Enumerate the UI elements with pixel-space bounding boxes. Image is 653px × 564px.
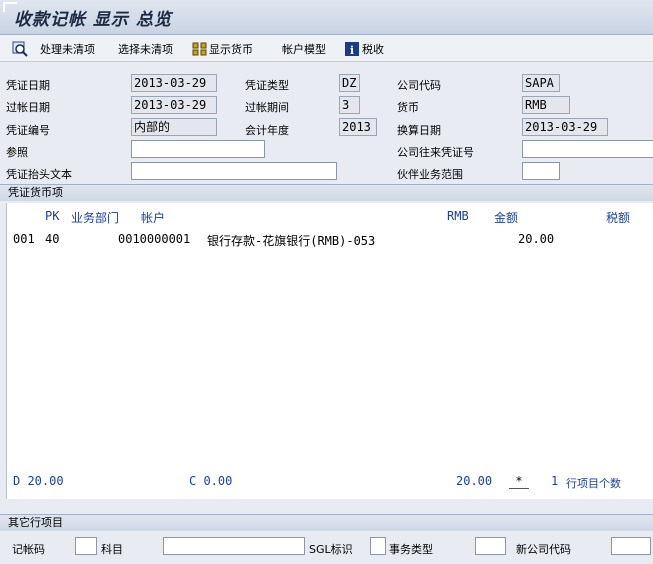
balance-indicator: * bbox=[509, 474, 529, 489]
company-code-field[interactable]: SAPA bbox=[522, 74, 560, 92]
cross-company-label: 公司往来凭证号 bbox=[397, 146, 474, 159]
posting-date-label: 过帐日期 bbox=[6, 101, 50, 114]
cross-company-input[interactable] bbox=[522, 140, 653, 158]
doc-date-field[interactable]: 2013-03-29 bbox=[131, 74, 217, 92]
doc-number-label: 凭证编号 bbox=[6, 124, 50, 137]
partner-area-label: 伙伴业务范围 bbox=[397, 168, 463, 181]
currency-label: 货币 bbox=[397, 101, 419, 114]
tax-label: 税收 bbox=[362, 43, 384, 56]
col-pk: PK bbox=[45, 209, 60, 223]
fiscal-year-label: 会计年度 bbox=[245, 124, 289, 137]
col-currency: RMB bbox=[447, 209, 469, 223]
posting-date-field[interactable]: 2013-03-29 bbox=[131, 96, 217, 114]
doc-number-field[interactable]: 内部的 bbox=[131, 118, 217, 136]
row-amount: 20.00 bbox=[518, 232, 555, 246]
line-item-count: 1 bbox=[551, 474, 559, 488]
doc-type-field[interactable]: DZ bbox=[339, 74, 360, 92]
items-panel-title: 凭证货币项 bbox=[0, 185, 653, 201]
row-posting-key: 40 bbox=[45, 232, 60, 246]
translation-date-label: 换算日期 bbox=[397, 124, 441, 137]
header-text-input[interactable] bbox=[131, 162, 337, 180]
currency-icon bbox=[192, 41, 208, 57]
row-description: 银行存款-花旗银行(RMB)-053 bbox=[207, 234, 376, 248]
balance-total: 20.00 bbox=[456, 474, 493, 488]
currency-field[interactable]: RMB bbox=[522, 96, 570, 114]
account-model-button[interactable]: 帐户模型 bbox=[282, 41, 326, 57]
items-area: PK 业务部门 帐户 RMB 金额 税额 001 40 0010000001 银… bbox=[6, 203, 653, 499]
magnifier-icon bbox=[12, 41, 28, 57]
application-toolbar: 处理未清项 选择未清项 显示货币 帐户模型 i 税收 bbox=[0, 35, 653, 62]
svg-text:i: i bbox=[350, 44, 354, 56]
info-icon: i bbox=[345, 42, 359, 57]
credit-total: C 0.00 bbox=[189, 474, 233, 488]
reference-input[interactable] bbox=[131, 140, 265, 158]
tax-button[interactable]: i 税收 bbox=[345, 41, 384, 57]
header-text-label: 凭证抬头文本 bbox=[6, 168, 72, 181]
company-code-label: 公司代码 bbox=[397, 79, 441, 92]
posting-key-label: 记帐码 bbox=[12, 543, 45, 556]
posting-key-input[interactable] bbox=[75, 537, 97, 555]
show-currency-label: 显示货币 bbox=[209, 43, 253, 56]
col-amount: 金额 bbox=[494, 211, 519, 225]
period-label: 过帐期间 bbox=[245, 101, 289, 114]
new-company-input[interactable] bbox=[611, 537, 651, 555]
doc-date-label: 凭证日期 bbox=[6, 79, 50, 92]
col-account: 帐户 bbox=[141, 211, 166, 225]
title-bar: 收款记帐 显示 总览 bbox=[0, 0, 653, 35]
sgl-input[interactable] bbox=[370, 537, 386, 555]
trans-type-label: 事务类型 bbox=[389, 543, 433, 556]
select-open-items-button[interactable]: 选择未清项 bbox=[118, 41, 173, 57]
show-currency-button[interactable]: 显示货币 bbox=[192, 41, 253, 57]
partner-area-input[interactable] bbox=[522, 162, 560, 180]
process-open-items-label: 处理未清项 bbox=[40, 43, 95, 56]
new-company-label: 新公司代码 bbox=[516, 543, 571, 556]
translation-date-field[interactable]: 2013-03-29 bbox=[522, 118, 608, 136]
window-title: 收款记帐 显示 总览 bbox=[14, 10, 172, 30]
account-model-label: 帐户模型 bbox=[282, 43, 326, 56]
fiscal-year-field[interactable]: 2013 bbox=[339, 118, 377, 136]
process-open-items-button[interactable]: 处理未清项 bbox=[12, 41, 95, 57]
other-line-item-title: 其它行项目 bbox=[0, 515, 653, 531]
items-panel: 凭证货币项 PK 业务部门 帐户 RMB 金额 税额 001 40 001000… bbox=[0, 184, 653, 501]
account-input[interactable] bbox=[163, 537, 305, 555]
col-tax: 税额 bbox=[606, 211, 631, 225]
sgl-label: SGL标识 bbox=[309, 543, 353, 556]
debit-total: D 20.00 bbox=[13, 474, 64, 488]
reference-label: 参照 bbox=[6, 146, 28, 159]
doc-type-label: 凭证类型 bbox=[245, 79, 289, 92]
account-label: 科目 bbox=[101, 543, 123, 556]
row-line-number: 001 bbox=[13, 232, 35, 246]
other-line-item-panel: 其它行项目 记帐码 科目 SGL标识 事务类型 新公司代码 bbox=[0, 514, 653, 564]
col-business-area: 业务部门 bbox=[71, 211, 120, 225]
period-field[interactable]: 3 bbox=[339, 96, 360, 114]
trans-type-input[interactable] bbox=[475, 537, 506, 555]
select-open-items-label: 选择未清项 bbox=[118, 43, 173, 56]
line-item-count-label: 行项目个数 bbox=[566, 477, 621, 490]
row-account: 0010000001 bbox=[118, 232, 191, 246]
